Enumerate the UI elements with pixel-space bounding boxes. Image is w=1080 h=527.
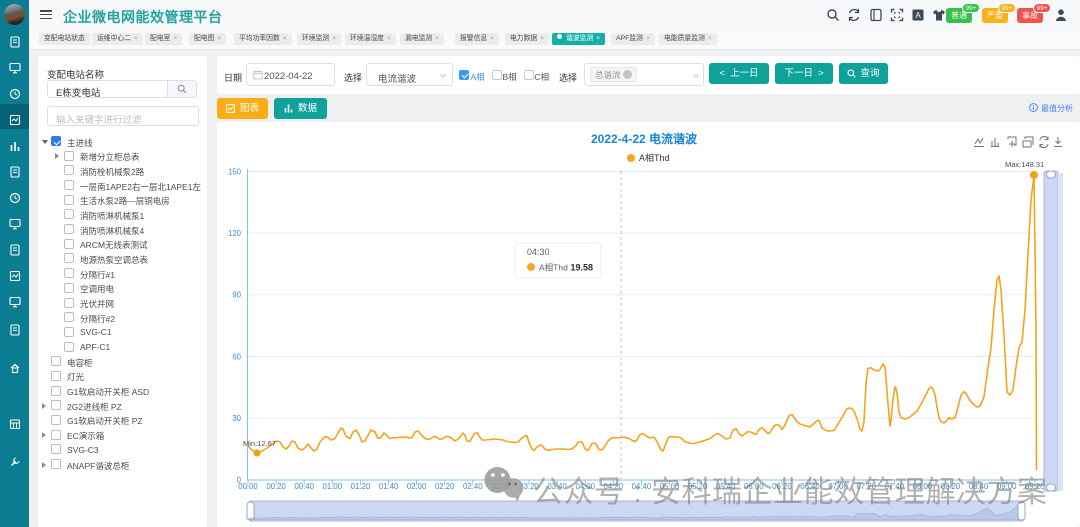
svg-text:00:00: 00:00	[238, 482, 258, 491]
svg-text:00:40: 00:40	[294, 482, 314, 491]
svg-text:01:00: 01:00	[323, 482, 343, 491]
svg-text:01:40: 01:40	[379, 482, 399, 491]
svg-text:A: A	[915, 11, 921, 20]
svg-text:00:20: 00:20	[266, 482, 286, 491]
svg-text:Max:148.31: Max:148.31	[1005, 160, 1044, 169]
svg-text:Min:12.67: Min:12.67	[243, 439, 276, 448]
svg-text:A相Thd: A相Thd	[539, 263, 568, 273]
svg-text:A相Thd: A相Thd	[639, 152, 670, 163]
svg-text:30: 30	[232, 414, 241, 423]
svg-text:01:20: 01:20	[351, 482, 371, 491]
svg-text:2022-4-22 电流谐波: 2022-4-22 电流谐波	[591, 131, 698, 146]
svg-text:60: 60	[232, 352, 241, 361]
svg-text:19.58: 19.58	[570, 263, 593, 273]
svg-text:02:00: 02:00	[407, 482, 427, 491]
svg-text:02:20: 02:20	[435, 482, 455, 491]
svg-text:90: 90	[232, 291, 241, 300]
svg-text:150: 150	[228, 168, 242, 177]
svg-text:04:30: 04:30	[527, 247, 550, 257]
svg-text:02:40: 02:40	[463, 482, 483, 491]
svg-text:120: 120	[228, 229, 242, 238]
